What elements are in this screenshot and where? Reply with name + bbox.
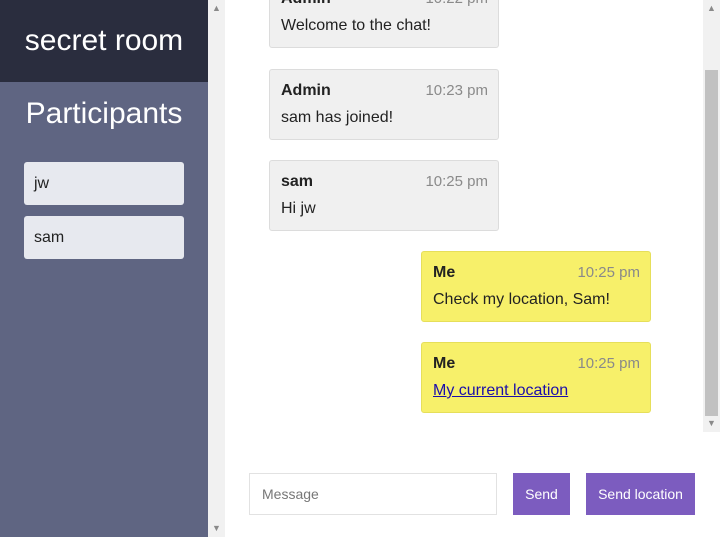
arrow-up-icon[interactable]: ▲ [703,0,720,17]
message-item: Admin 10:23 pm sam has joined! [269,69,499,140]
message-item: Admin 10:22 pm Welcome to the chat! [269,0,499,48]
scrollbar-thumb[interactable] [705,70,718,416]
sidebar-scrollbar[interactable]: ▲ ▼ [208,0,225,537]
message-input[interactable] [249,473,497,515]
room-header: secret room [0,0,208,82]
location-link[interactable]: My current location [433,382,568,399]
message-item-own: Me 10:25 pm Check my location, Sam! [421,251,651,322]
arrow-down-icon[interactable]: ▼ [703,415,720,432]
message-item: sam 10:25 pm Hi jw [269,160,499,231]
message-sender: Admin [281,0,331,9]
send-location-button[interactable]: Send location [586,473,695,515]
message-text: Welcome to the chat! [281,17,431,34]
arrow-up-icon[interactable]: ▲ [208,0,225,17]
participants-heading: Participants [25,97,183,130]
compose-bar: Send Send location [225,432,720,537]
message-sender: Me [433,264,456,281]
room-title: secret room [24,24,184,57]
message-text: Check my location, Sam! [433,291,610,308]
send-button[interactable]: Send [513,473,570,515]
chat-messages: Admin 10:22 pm Welcome to the chat! Admi… [225,0,703,432]
message-time: 10:25 pm [425,173,488,190]
message-item-own: Me 10:25 pm My current location [421,342,651,413]
message-time: 10:22 pm [425,0,488,9]
sidebar: secret room Participants jw sam [0,0,208,537]
message-sender: Admin [281,82,331,99]
message-text: My current location [433,381,568,401]
message-time: 10:23 pm [425,82,488,99]
message-sender: Me [433,355,456,372]
message-time: 10:25 pm [577,355,640,372]
chat-scrollbar[interactable]: ▲ ▼ [703,0,720,432]
arrow-down-icon[interactable]: ▼ [208,520,225,537]
message-time: 10:25 pm [577,264,640,281]
message-sender: sam [281,173,314,190]
participant-item: sam [24,216,184,259]
message-text: sam has joined! [281,109,394,126]
participant-item: jw [24,162,184,205]
message-text: Hi jw [281,200,316,217]
